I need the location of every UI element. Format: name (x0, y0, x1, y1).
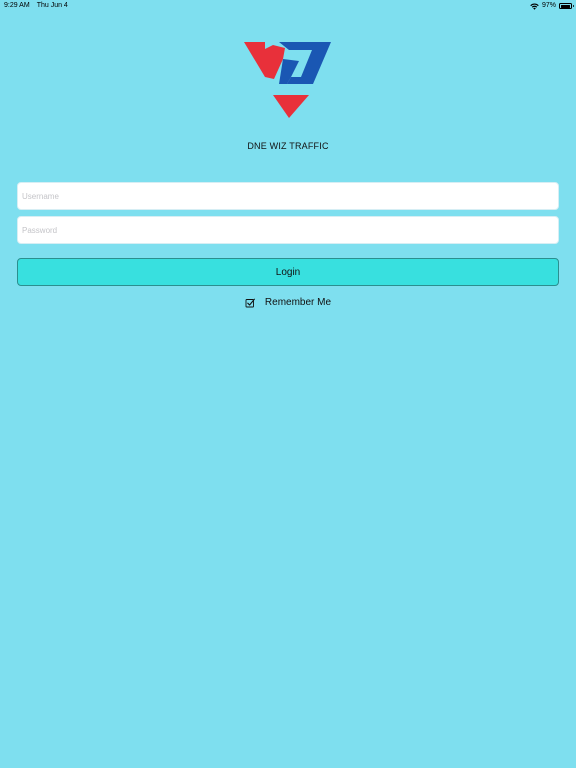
status-date: Thu Jun 4 (36, 2, 68, 9)
remember-me-label: Remember Me (264, 297, 332, 308)
login-button[interactable]: Login (17, 258, 559, 286)
status-time: 9:29 AM (4, 2, 30, 9)
username-field[interactable] (17, 182, 559, 210)
checkbox-checked-icon[interactable] (245, 298, 255, 308)
status-right: 97% (530, 0, 574, 12)
battery-percent: 97% (541, 2, 556, 9)
app-title: DNE WIZ TRAFFIC (247, 141, 329, 151)
status-bar: 9:29 AM Thu Jun 4 97% (0, 0, 576, 12)
wifi-icon (530, 3, 539, 10)
app-logo (244, 42, 331, 118)
battery-icon (559, 3, 574, 9)
status-left: 9:29 AM Thu Jun 4 (4, 0, 68, 12)
password-field[interactable] (17, 216, 559, 244)
remember-me-toggle[interactable]: Remember Me (0, 297, 576, 308)
